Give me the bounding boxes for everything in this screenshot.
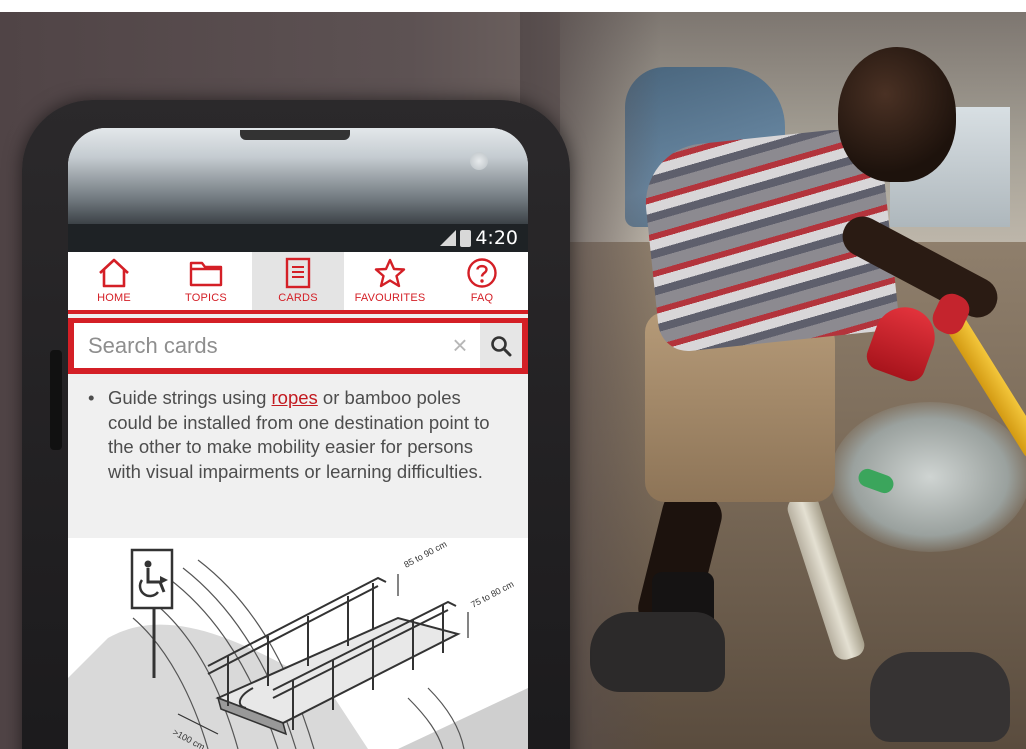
search-button[interactable] — [480, 323, 522, 368]
tab-label: CARDS — [278, 292, 318, 304]
search-box: × — [74, 323, 522, 368]
tab-home[interactable]: HOME — [68, 252, 160, 310]
home-icon — [97, 256, 131, 290]
search-input[interactable] — [74, 332, 440, 359]
cards-icon — [285, 256, 311, 290]
card-content: • Guide strings using ropes or bamboo po… — [68, 378, 528, 538]
boy-shoe — [590, 612, 725, 692]
ramp-illustration: 85 to 90 cm 75 to 80 cm >100 cm — [68, 538, 528, 749]
list-item: • Guide strings using ropes or bamboo po… — [88, 386, 508, 484]
search-bar: × — [68, 318, 528, 374]
star-icon — [374, 256, 406, 290]
tab-label: FAVOURITES — [354, 292, 426, 304]
tab-cards[interactable]: CARDS — [252, 252, 344, 310]
speaker — [240, 130, 350, 140]
status-bar: 4:20 — [68, 224, 528, 252]
tab-favourites[interactable]: FAVOURITES — [344, 252, 436, 310]
tab-label: TOPICS — [185, 292, 227, 304]
ropes-link[interactable]: ropes — [272, 387, 318, 408]
folder-icon — [189, 256, 223, 290]
camera-icon — [470, 152, 488, 170]
card-text-part: Guide strings using — [108, 387, 272, 408]
tab-faq[interactable]: FAQ — [436, 252, 528, 310]
boy-shoe — [870, 652, 1010, 742]
phone-screen: 4:20 HOME TOPICS CARDS FAVOURITES FAQ Se… — [68, 128, 528, 749]
phone-side-button — [50, 350, 62, 450]
dimension-label: 75 to 80 cm — [469, 579, 515, 610]
signal-icon — [440, 230, 457, 246]
tab-label: FAQ — [470, 292, 494, 304]
status-icons: 4:20 — [440, 227, 518, 249]
ramp-drawing: 85 to 90 cm 75 to 80 cm >100 cm — [68, 539, 528, 749]
clear-icon[interactable]: × — [440, 330, 480, 361]
battery-icon — [460, 229, 472, 247]
bullet-icon: • — [88, 387, 95, 408]
question-icon — [466, 256, 498, 290]
status-time: 4:20 — [475, 227, 518, 249]
tab-label: HOME — [97, 292, 131, 304]
phone-bezel-top — [68, 128, 528, 224]
card-text: Guide strings using ropes or bamboo pole… — [108, 386, 508, 484]
search-icon — [491, 335, 512, 356]
boy-head — [838, 47, 956, 182]
dimension-label: 85 to 90 cm — [402, 539, 448, 570]
tab-topics[interactable]: TOPICS — [160, 252, 252, 310]
tab-bar: HOME TOPICS CARDS FAVOURITES FAQ — [68, 252, 528, 314]
